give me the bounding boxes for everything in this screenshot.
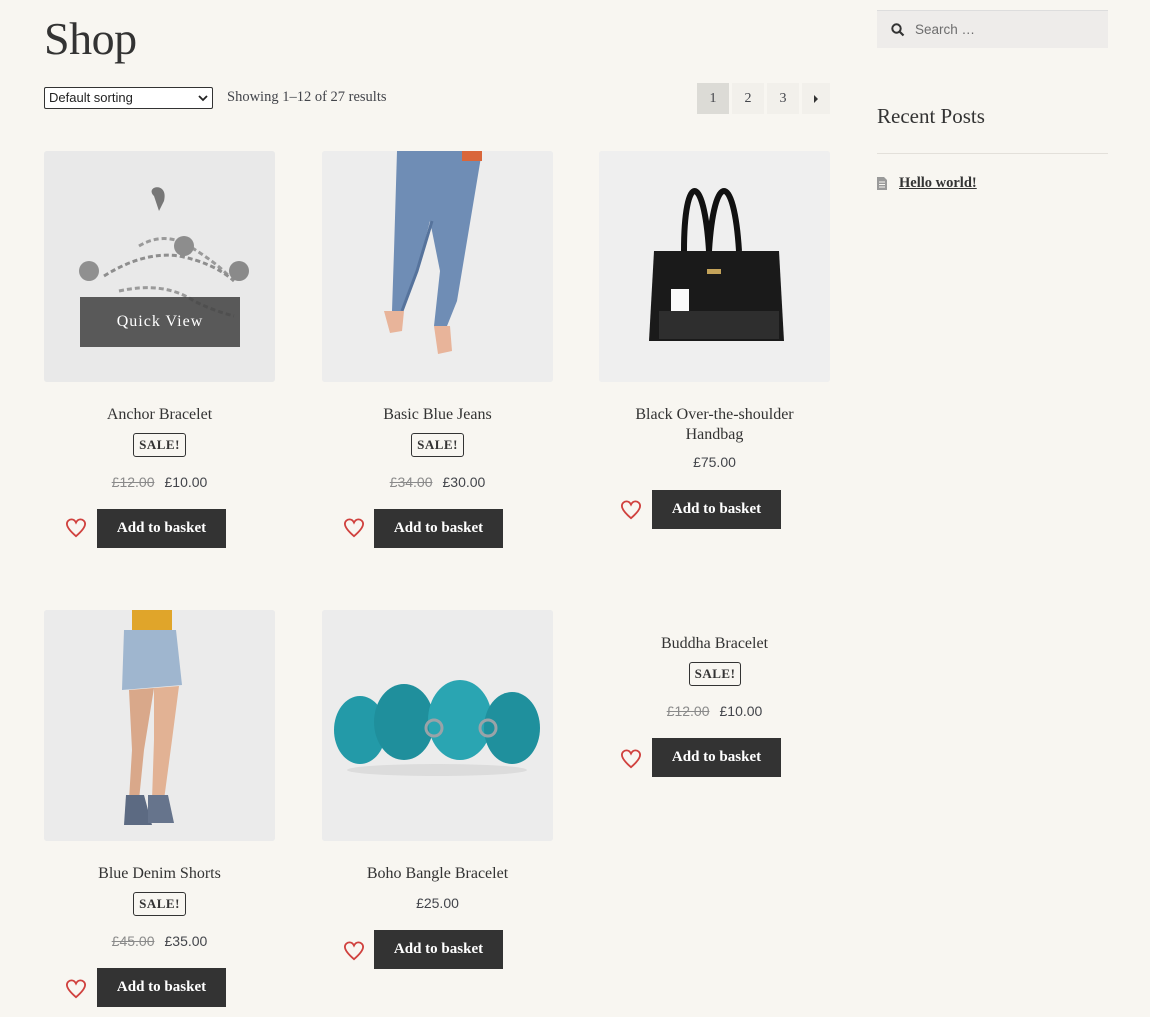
sorting-select[interactable]: Default sorting (44, 87, 213, 109)
add-to-basket-button[interactable]: Add to basket (97, 968, 226, 1007)
product-price: £75.00 (599, 454, 830, 470)
product-title-line: Black Over-the-shoulder (635, 406, 794, 423)
product-title-boho-bangle-bracelet[interactable]: Boho Bangle Bracelet (322, 864, 553, 884)
product-price: £25.00 (322, 895, 553, 911)
sale-price: £30.00 (442, 474, 486, 490)
price: £75.00 (693, 454, 736, 470)
product-title-buddha-bracelet[interactable]: Buddha Bracelet (599, 634, 830, 654)
product-image-black-handbag[interactable] (599, 151, 830, 382)
old-price: £34.00 (389, 474, 433, 490)
wishlist-heart-icon[interactable] (343, 518, 365, 538)
chevron-down-icon (198, 95, 208, 102)
product-price: £12.00 £10.00 (44, 474, 275, 490)
product-image-blue-denim-shorts[interactable] (44, 610, 275, 841)
old-price: £12.00 (111, 474, 155, 490)
product-title-black-handbag[interactable]: Black Over-the-shoulder Handbag (599, 405, 830, 445)
next-page-button[interactable] (802, 83, 830, 114)
product-title-anchor-bracelet[interactable]: Anchor Bracelet (44, 405, 275, 425)
product-title-line: Handbag (685, 426, 744, 443)
sale-badge: SALE! (133, 433, 186, 457)
add-to-basket-button[interactable]: Add to basket (97, 509, 226, 548)
wishlist-heart-icon[interactable] (620, 749, 642, 769)
old-price: £45.00 (111, 933, 155, 949)
add-to-basket-button[interactable]: Add to basket (652, 738, 781, 777)
page-link-3[interactable]: 3 (767, 83, 799, 114)
page-link-1[interactable]: 1 (697, 83, 729, 114)
wishlist-heart-icon[interactable] (620, 500, 642, 520)
add-to-basket-button[interactable]: Add to basket (374, 930, 503, 969)
recent-post-link[interactable]: Hello world! (899, 175, 977, 192)
old-price: £12.00 (666, 703, 710, 719)
price: £25.00 (416, 895, 459, 911)
result-count: Showing 1–12 of 27 results (227, 89, 387, 105)
product-price: £12.00 £10.00 (599, 703, 830, 719)
document-icon (877, 177, 887, 190)
page-link-2[interactable]: 2 (732, 83, 764, 114)
sale-badge: SALE! (133, 892, 186, 916)
product-title-basic-blue-jeans[interactable]: Basic Blue Jeans (322, 405, 553, 425)
add-to-basket-button[interactable]: Add to basket (374, 509, 503, 548)
product-price: £45.00 £35.00 (44, 933, 275, 949)
next-arrow-icon (814, 94, 818, 103)
wishlist-heart-icon[interactable] (343, 941, 365, 961)
sale-badge: SALE! (689, 662, 741, 686)
sale-price: £10.00 (164, 474, 208, 490)
product-image-anchor-bracelet[interactable] (44, 151, 275, 382)
divider (877, 153, 1108, 154)
search-icon (891, 22, 905, 36)
search-placeholder: Search … (915, 22, 976, 37)
sorting-select-value: Default sorting (49, 90, 133, 105)
recent-posts-title: Recent Posts (877, 104, 985, 128)
page-title: Shop (44, 13, 137, 64)
wishlist-heart-icon[interactable] (65, 979, 87, 999)
sale-badge: SALE! (411, 433, 464, 457)
product-image-basic-blue-jeans[interactable] (322, 151, 553, 382)
quick-view-button[interactable]: Quick View (80, 297, 240, 347)
wishlist-heart-icon[interactable] (65, 518, 87, 538)
product-price: £34.00 £30.00 (322, 474, 553, 490)
sale-price: £35.00 (164, 933, 208, 949)
product-title-blue-denim-shorts[interactable]: Blue Denim Shorts (44, 864, 275, 884)
product-image-boho-bangle-bracelet[interactable] (322, 610, 553, 841)
search-input[interactable]: Search … (877, 10, 1108, 48)
add-to-basket-button[interactable]: Add to basket (652, 490, 781, 529)
sale-price: £10.00 (719, 703, 763, 719)
